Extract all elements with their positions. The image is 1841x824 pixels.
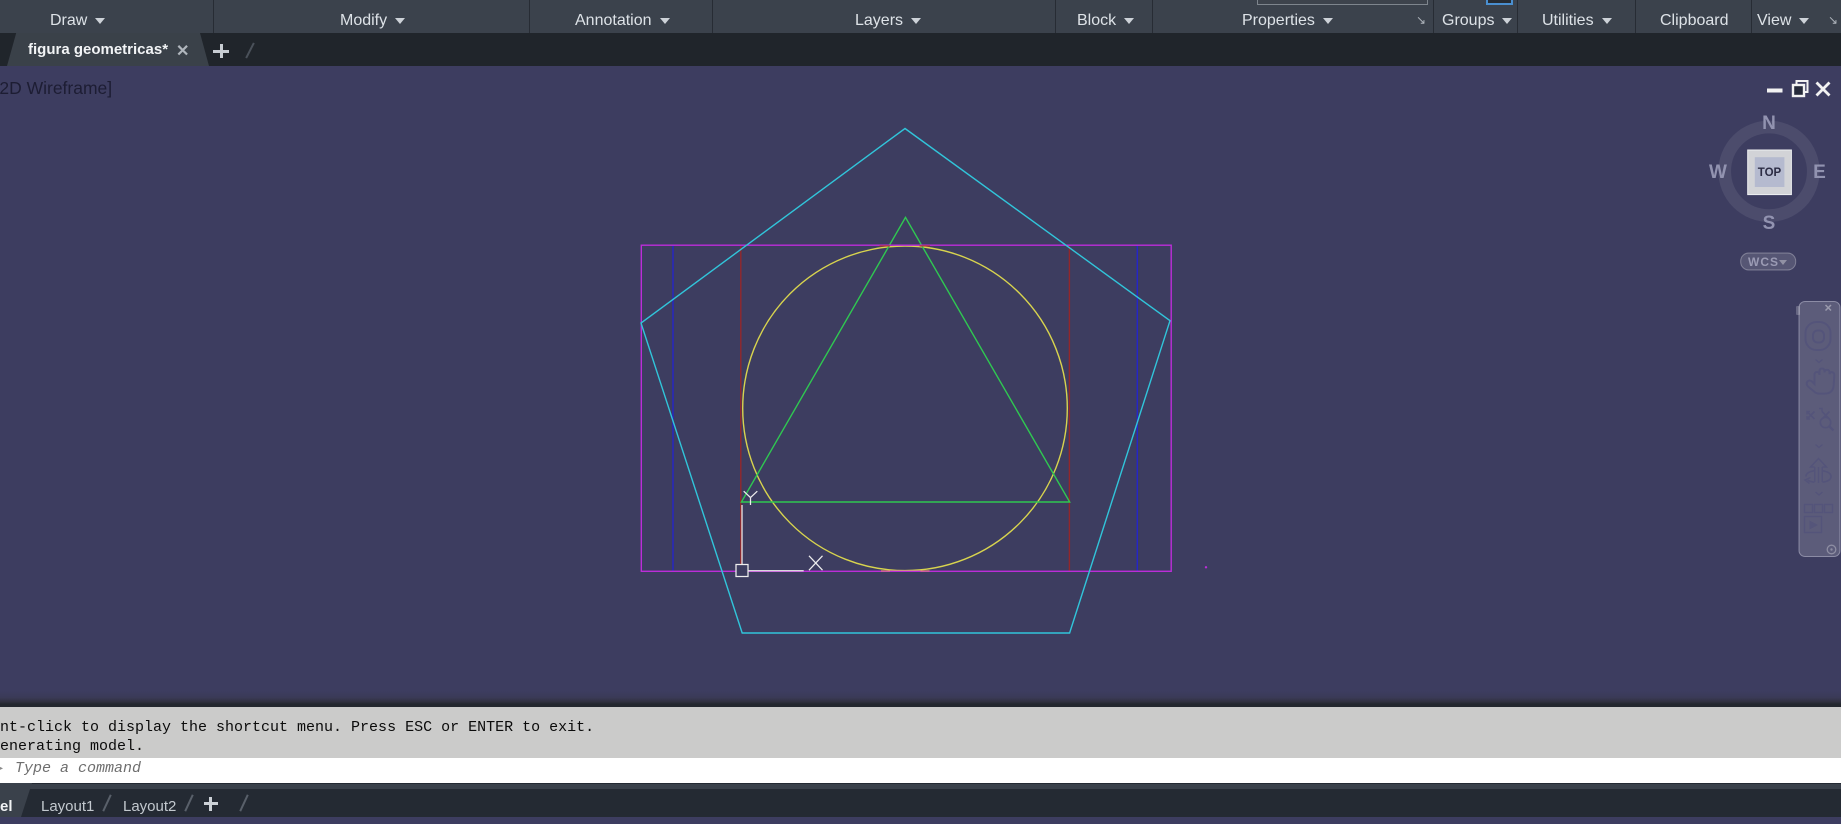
svg-text:WCS: WCS — [1748, 255, 1779, 269]
svg-text:E: E — [1813, 162, 1826, 183]
svg-text:W: W — [1709, 162, 1727, 183]
svg-text:S: S — [1763, 213, 1776, 234]
svg-text:N: N — [1762, 113, 1776, 134]
svg-text:TOP: TOP — [1758, 167, 1782, 179]
